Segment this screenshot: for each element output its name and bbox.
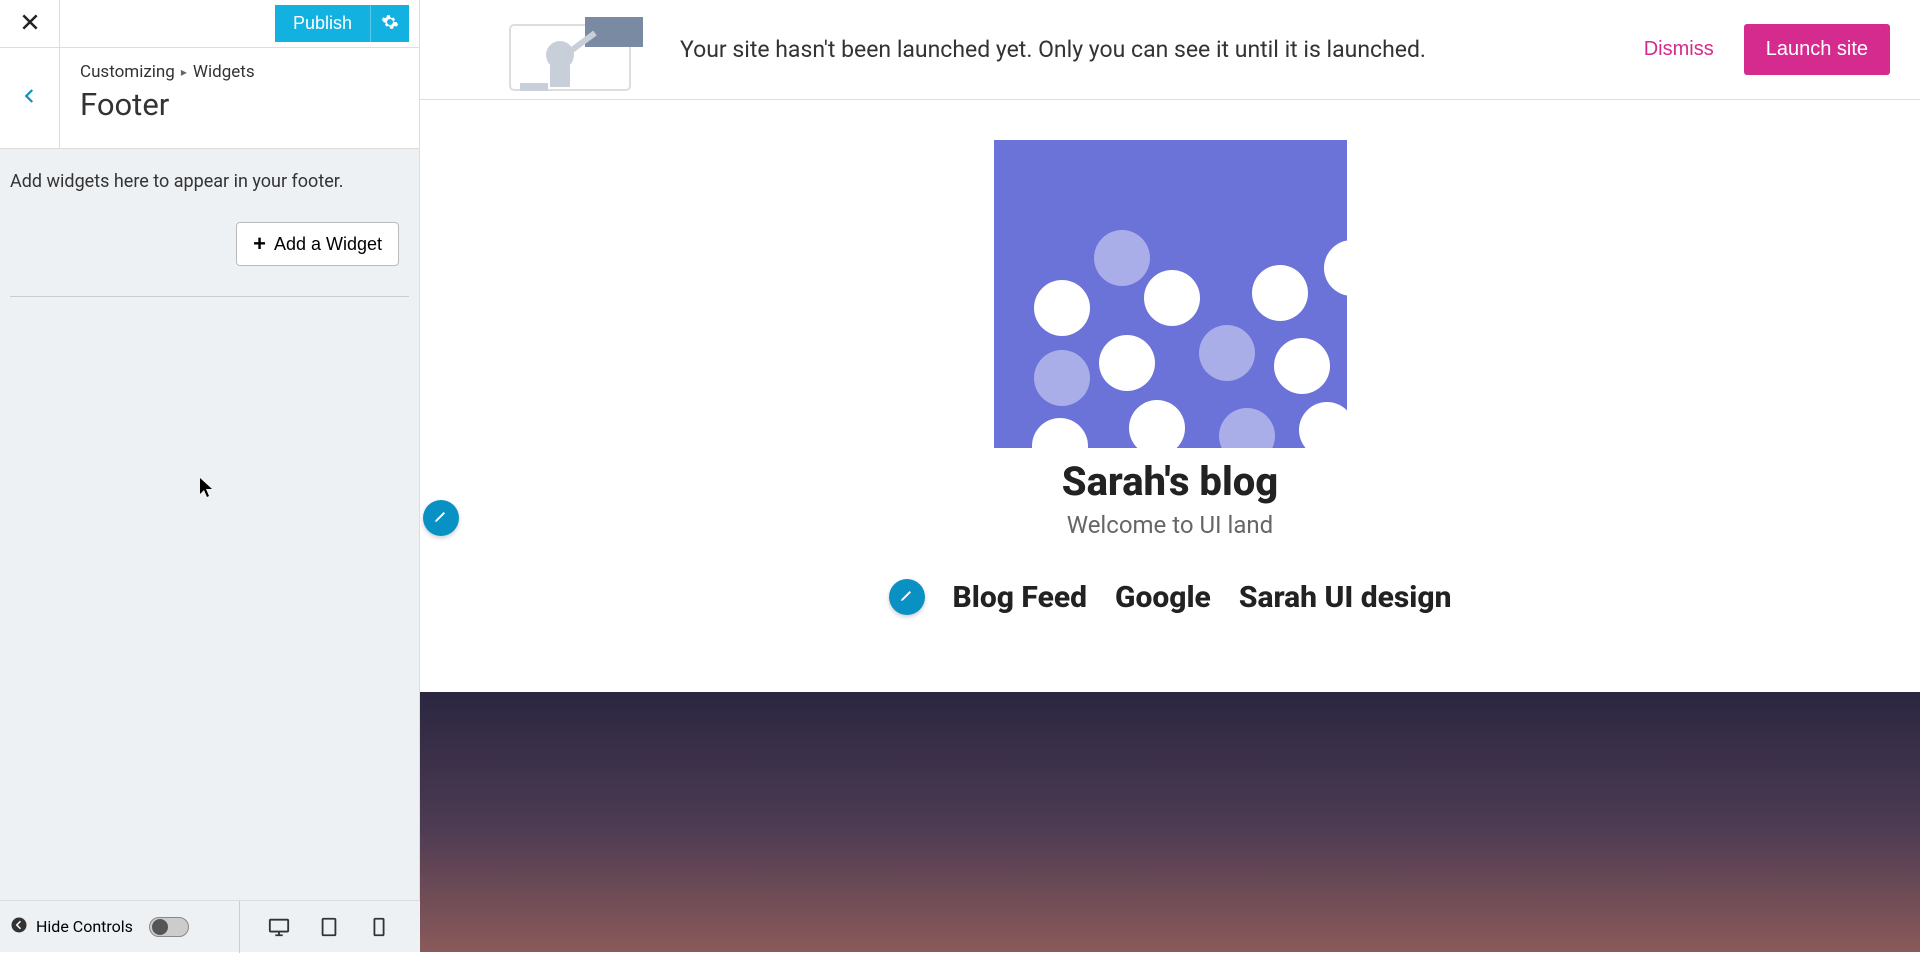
publish-group: Publish: [275, 5, 409, 42]
nav-link-blog-feed[interactable]: Blog Feed: [953, 580, 1088, 615]
breadcrumb-root: Customizing: [80, 62, 175, 82]
site-title: Sarah's blog: [420, 458, 1920, 505]
hero-image: [420, 692, 1920, 952]
panel-title: Footer: [80, 86, 255, 123]
tablet-preview-button[interactable]: [318, 916, 340, 938]
sidebar-footer: Hide Controls: [0, 900, 420, 952]
banner-message: Your site hasn't been launched yet. Only…: [680, 36, 1426, 63]
breadcrumb: Customizing ▸ Widgets: [80, 62, 255, 82]
banner-illustration: [500, 5, 660, 95]
header-text: Customizing ▸ Widgets Footer: [60, 48, 275, 137]
nav-link-google[interactable]: Google: [1115, 580, 1211, 615]
panel-description: Add widgets here to appear in your foote…: [10, 171, 409, 192]
desktop-preview-button[interactable]: [268, 916, 290, 938]
add-widget-button[interactable]: + Add a Widget: [236, 222, 399, 266]
publish-settings-button[interactable]: [371, 5, 409, 42]
breadcrumb-section: Widgets: [193, 62, 255, 82]
close-button[interactable]: [0, 0, 60, 48]
nav-link-sarah-ui-design[interactable]: Sarah UI design: [1239, 580, 1452, 615]
panel-body: Add widgets here to appear in your foote…: [0, 149, 419, 319]
collapse-left-icon: [10, 916, 28, 938]
mobile-preview-button[interactable]: [368, 916, 390, 938]
site-logo[interactable]: [994, 140, 1347, 448]
site-nav: Blog Feed Google Sarah UI design: [420, 579, 1920, 615]
hide-controls-label: Hide Controls: [36, 917, 133, 936]
chevron-left-icon: [21, 87, 39, 109]
site-header: Sarah's blog Welcome to UI land Blog Fee…: [420, 100, 1920, 645]
tablet-icon: [318, 916, 340, 938]
chevron-right-icon: ▸: [181, 65, 187, 79]
publish-button[interactable]: Publish: [275, 5, 371, 42]
edit-site-identity-shortcut[interactable]: [423, 500, 459, 536]
device-preview-group: [239, 901, 390, 953]
pencil-icon: [899, 587, 915, 607]
plus-icon: +: [253, 233, 266, 255]
launch-banner: Your site hasn't been launched yet. Only…: [420, 0, 1920, 100]
add-widget-label: Add a Widget: [274, 234, 382, 255]
close-icon: [20, 12, 40, 36]
divider: [10, 296, 409, 297]
gear-icon: [381, 13, 399, 34]
customizer-sidebar: Publish Customizing ▸ Widgets Footer Add…: [0, 0, 420, 952]
site-tagline: Welcome to UI land: [420, 511, 1920, 539]
panel-header: Customizing ▸ Widgets Footer: [0, 48, 419, 149]
launch-site-button[interactable]: Launch site: [1744, 24, 1890, 75]
pencil-icon: [433, 508, 449, 528]
scheme-toggle[interactable]: [149, 917, 189, 937]
hide-controls-button[interactable]: Hide Controls: [0, 916, 199, 938]
mobile-icon: [368, 916, 390, 938]
preview-pane: Your site hasn't been launched yet. Only…: [420, 0, 1920, 952]
back-button[interactable]: [0, 48, 60, 148]
dismiss-button[interactable]: Dismiss: [1644, 38, 1714, 61]
sidebar-top-bar: Publish: [0, 0, 419, 48]
edit-menu-shortcut[interactable]: [889, 579, 925, 615]
mouse-cursor: [200, 478, 214, 498]
desktop-icon: [268, 916, 290, 938]
